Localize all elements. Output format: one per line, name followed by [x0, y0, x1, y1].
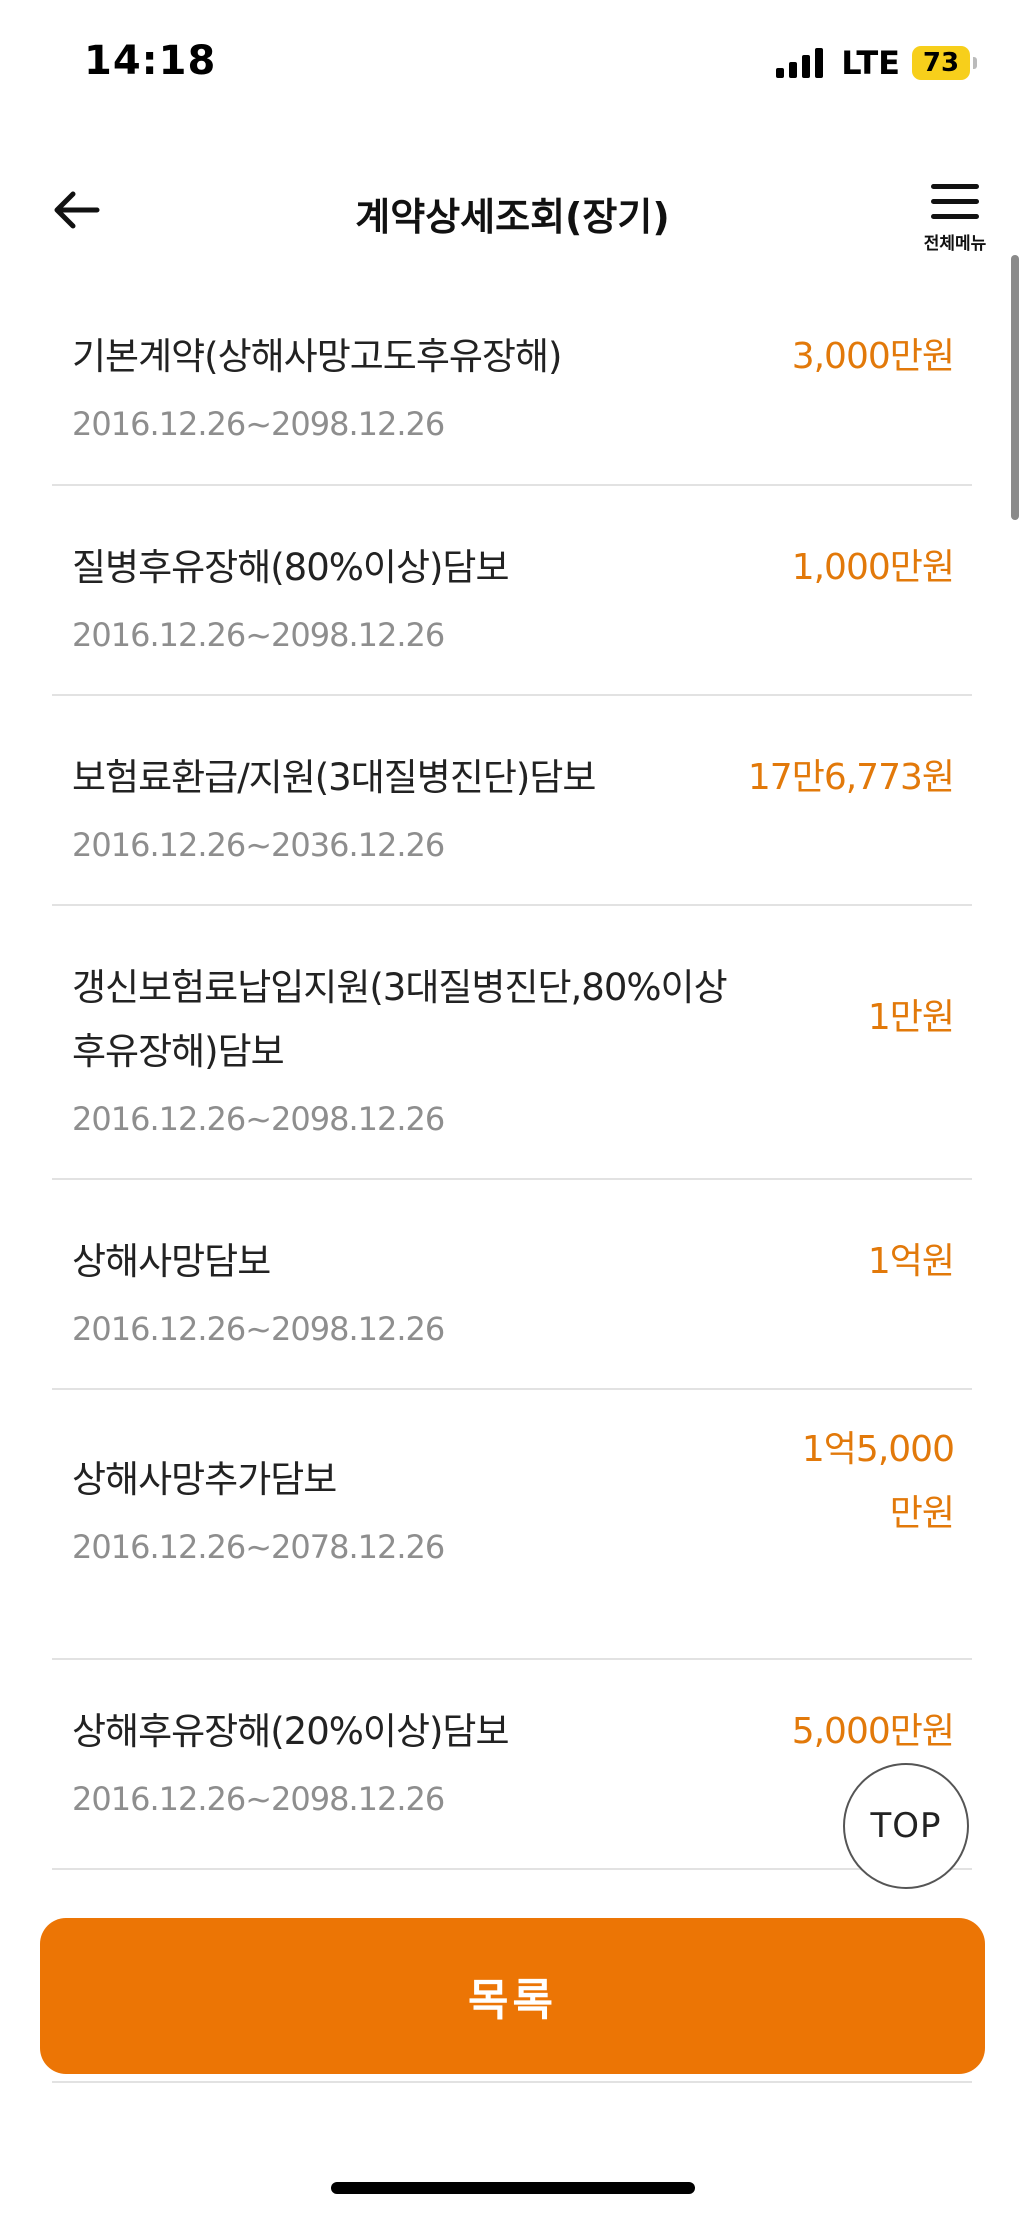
coverage-name: 기본계약(상해사망고도후유장해) — [72, 335, 562, 378]
coverage-name: 상해후유장해(20%이상)담보 — [72, 1710, 510, 1753]
coverage-amount: 1억원 — [867, 1241, 955, 1282]
coverage-amount: 1만원 — [867, 997, 955, 1038]
list-button[interactable]: 목록 — [40, 1918, 985, 2074]
coverage-list: 기본계약(상해사망고도후유장해) 2016.12.26~2098.12.26 3… — [52, 275, 972, 1870]
app-header: 계약상세조회(장기) 전체메뉴 — [0, 150, 1025, 270]
scroll-top-button[interactable]: TOP — [843, 1763, 969, 1889]
status-indicators: LTE 73 — [776, 44, 977, 82]
coverage-period: 2016.12.26~2036.12.26 — [72, 826, 445, 864]
coverage-name: 질병후유장해(80%이상)담보 — [72, 546, 510, 589]
status-time: 14:18 — [84, 38, 217, 84]
hamburger-menu-icon — [931, 184, 979, 219]
coverage-item: 상해사망추가담보 2016.12.26~2078.12.26 1억5,000만원 — [52, 1390, 972, 1660]
coverage-period: 2016.12.26~2098.12.26 — [72, 616, 445, 654]
coverage-info: 기본계약(상해사망고도후유장해) 2016.12.26~2098.12.26 — [72, 325, 746, 447]
status-bar: 14:18 LTE 73 — [0, 0, 1025, 120]
menu-label: 전체메뉴 — [923, 234, 987, 254]
signal-icon — [776, 48, 824, 78]
coverage-period: 2016.12.26~2098.12.26 — [72, 405, 445, 443]
coverage-period: 2016.12.26~2098.12.26 — [72, 1780, 445, 1818]
scrollbar-thumb[interactable] — [1011, 255, 1019, 520]
bottom-divider — [52, 2081, 972, 2083]
coverage-amount: 1,000만원 — [791, 547, 955, 588]
battery-cap — [973, 57, 977, 69]
coverage-period: 2016.12.26~2078.12.26 — [72, 1528, 445, 1566]
coverage-name: 보험료환급/지원(3대질병진단)담보 — [72, 756, 596, 799]
coverage-amount: 1억5,000만원 — [801, 1429, 955, 1534]
coverage-item: 질병후유장해(80%이상)담보 2016.12.26~2098.12.26 1,… — [52, 486, 972, 696]
coverage-item: 갱신보험료납입지원(3대질병진단,80%이상후유장해)담보 2016.12.26… — [52, 906, 972, 1180]
battery-level: 73 — [912, 46, 970, 80]
network-label: LTE — [841, 44, 900, 82]
coverage-info: 상해사망추가담보 2016.12.26~2078.12.26 — [72, 1418, 752, 1570]
battery-icon: 73 — [912, 46, 977, 80]
coverage-period: 2016.12.26~2098.12.26 — [72, 1310, 445, 1348]
coverage-info: 보험료환급/지원(3대질병진단)담보 2016.12.26~2036.12.26 — [72, 746, 746, 868]
page-title: 계약상세조회(장기) — [355, 195, 670, 239]
coverage-name: 상해사망담보 — [72, 1240, 271, 1283]
coverage-info: 상해후유장해(20%이상)담보 2016.12.26~2098.12.26 — [72, 1700, 746, 1822]
coverage-item: 상해사망담보 2016.12.26~2098.12.26 1억원 — [52, 1180, 972, 1390]
full-menu-button[interactable]: 전체메뉴 — [915, 184, 995, 254]
coverage-item: 보험료환급/지원(3대질병진단)담보 2016.12.26~2036.12.26… — [52, 696, 972, 906]
coverage-name: 상해사망추가담보 — [72, 1458, 337, 1501]
coverage-period: 2016.12.26~2098.12.26 — [72, 1100, 445, 1138]
coverage-info: 질병후유장해(80%이상)담보 2016.12.26~2098.12.26 — [72, 536, 746, 658]
home-indicator — [331, 2182, 695, 2194]
coverage-info: 상해사망담보 2016.12.26~2098.12.26 — [72, 1230, 746, 1352]
coverage-name: 갱신보험료납입지원(3대질병진단,80%이상후유장해)담보 — [72, 966, 728, 1073]
coverage-item: 기본계약(상해사망고도후유장해) 2016.12.26~2098.12.26 3… — [52, 275, 972, 486]
coverage-item: 상해후유장해(20%이상)담보 2016.12.26~2098.12.26 5,… — [52, 1660, 972, 1870]
coverage-amount: 17만6,773원 — [747, 757, 955, 798]
coverage-amount: 3,000만원 — [791, 336, 955, 377]
coverage-info: 갱신보험료납입지원(3대질병진단,80%이상후유장해)담보 2016.12.26… — [72, 956, 746, 1142]
coverage-amount: 5,000만원 — [791, 1711, 955, 1752]
